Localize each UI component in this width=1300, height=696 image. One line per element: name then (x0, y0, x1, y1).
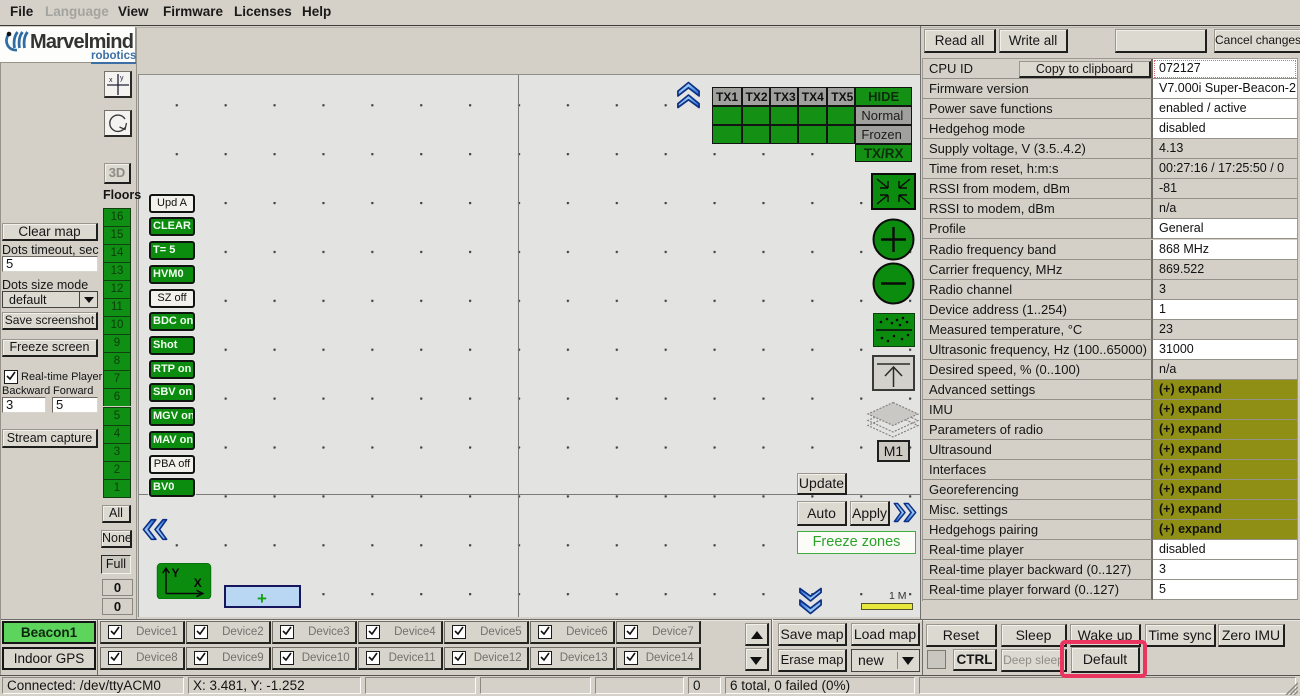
svg-text:X: X (194, 576, 202, 590)
svg-text:Y: Y (172, 566, 180, 580)
svg-text:x: x (109, 77, 113, 84)
svg-text:y: y (120, 75, 124, 82)
